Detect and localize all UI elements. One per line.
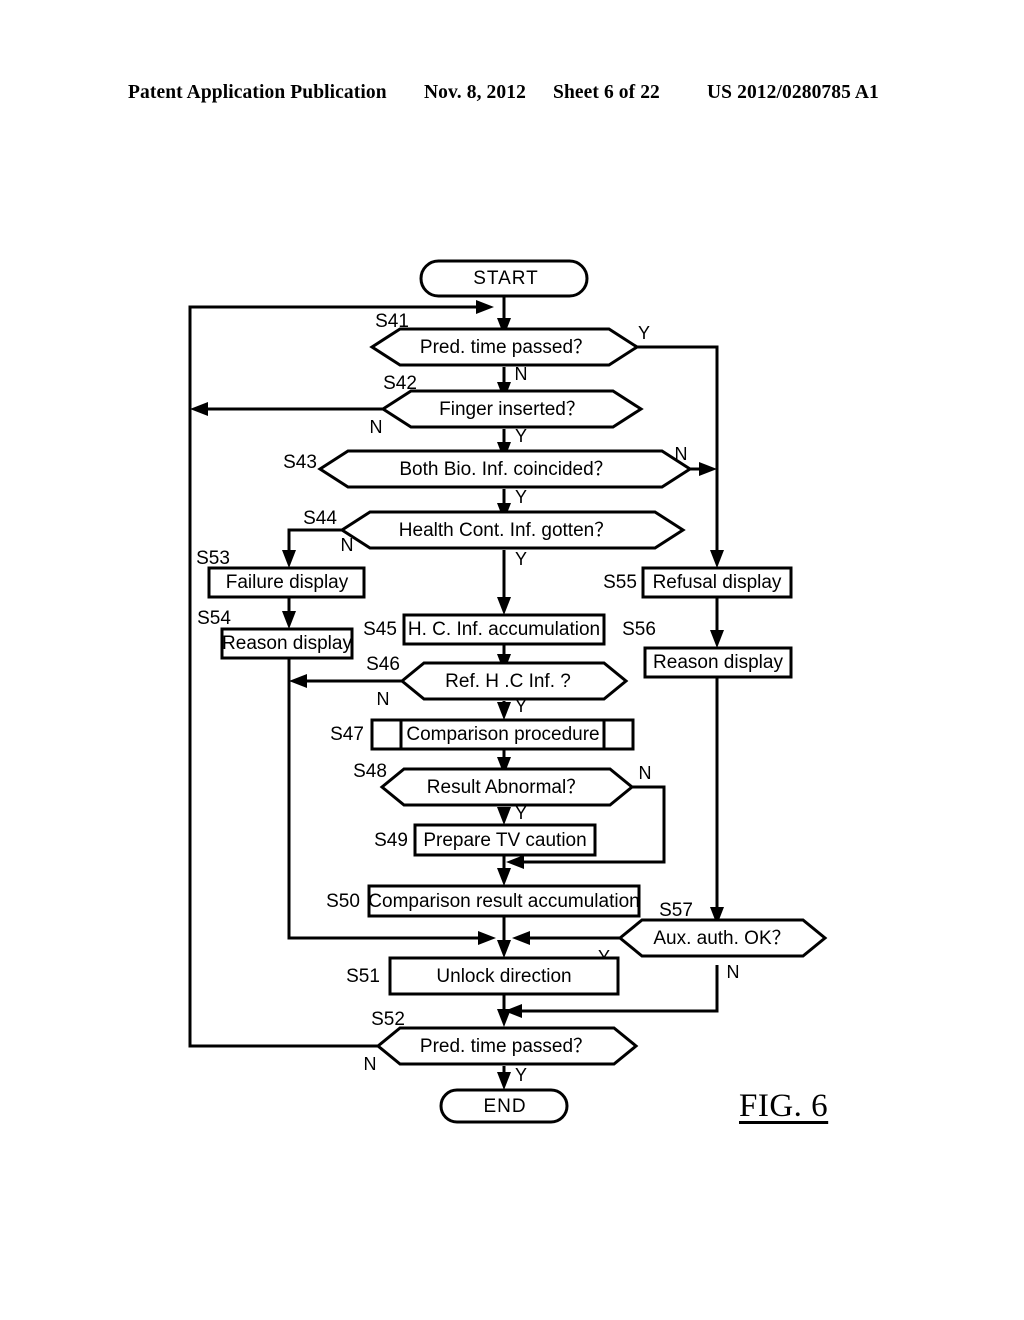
node-start: START xyxy=(419,259,589,298)
s52-label: Pred. time passed？ xyxy=(420,1036,592,1057)
arrowhead-s49-s50 xyxy=(497,868,511,886)
start-label: START xyxy=(473,268,539,289)
arrowhead-s55-s56 xyxy=(710,630,724,648)
s46-branch-n: N xyxy=(377,689,390,709)
s41-label: Pred. time passed？ xyxy=(420,337,592,358)
s46-label: Ref. H .C Inf. ? xyxy=(445,671,571,692)
node-s45: H. C. Inf. accumulation S45 xyxy=(363,613,606,646)
node-s50: Comparison result accumulation S50 xyxy=(326,884,641,918)
s43-label: Both Bio. Inf. coincided？ xyxy=(399,459,612,480)
arrowhead-s41-y xyxy=(710,550,724,568)
s49-step: S49 xyxy=(374,830,408,851)
node-s49: Prepare TV caution S49 xyxy=(374,823,597,857)
s46-step: S46 xyxy=(366,654,400,675)
s43-branch-y: Y xyxy=(515,487,527,507)
s55-label: Refusal display xyxy=(653,572,782,593)
s48-branch-n: N xyxy=(639,763,652,783)
node-s54: Reason display S54 xyxy=(197,608,354,660)
s54-step: S54 xyxy=(197,608,231,629)
s45-step: S45 xyxy=(363,619,397,640)
node-s43: Both Bio. Inf. coincided？ S43 xyxy=(283,449,693,489)
s53-step: S53 xyxy=(196,548,230,569)
node-s56: Reason display S56 xyxy=(622,619,793,679)
s45-label: H. C. Inf. accumulation xyxy=(408,619,600,640)
figure-label: FIG. 6 xyxy=(739,1088,829,1124)
s50-step: S50 xyxy=(326,891,360,912)
s46-branch-y: Y xyxy=(515,696,527,716)
node-s48: Result Abnormal？ S48 xyxy=(353,761,635,807)
s54-label: Reason display xyxy=(222,633,352,654)
s55-step: S55 xyxy=(603,572,637,593)
arrowhead-s44-y xyxy=(497,597,511,615)
flowchart: START Pred. time passed？ S41 Y N Finger … xyxy=(188,259,828,1124)
node-s51: Unlock direction S51 xyxy=(346,956,620,996)
patent-page: Patent Application Publication Nov. 8, 2… xyxy=(0,0,1024,1320)
arrowhead-s43-n xyxy=(699,462,717,476)
s57-branch-n: N xyxy=(727,962,740,982)
s57-step: S57 xyxy=(659,900,693,921)
arrowhead-s54-s51 xyxy=(478,931,496,945)
s41-branch-n: N xyxy=(515,364,528,384)
edge-s44-n xyxy=(287,528,342,560)
arrowhead-s51-s52 xyxy=(497,1009,511,1027)
s44-step: S44 xyxy=(303,508,337,529)
arrowhead-s53-s54 xyxy=(282,611,296,629)
node-s44: Health Cont. Inf. gotten？ S44 xyxy=(303,508,686,550)
node-s46: Ref. H .C Inf. ? S46 xyxy=(366,654,629,701)
arrowhead-s50-s51 xyxy=(497,940,511,958)
s56-step: S56 xyxy=(622,619,656,640)
s44-label: Health Cont. Inf. gotten？ xyxy=(399,520,613,541)
arrowhead-s48-n xyxy=(506,855,524,869)
arrowhead-s57-y xyxy=(512,931,530,945)
arrowhead-s42-n xyxy=(190,402,208,416)
s41-branch-y: Y xyxy=(638,323,650,343)
node-s55: Refusal display S55 xyxy=(603,566,793,599)
s56-label: Reason display xyxy=(653,652,783,673)
s41-step: S41 xyxy=(375,311,409,332)
s42-branch-n: N xyxy=(370,417,383,437)
s44-branch-y: Y xyxy=(515,549,527,569)
arrowhead-s52-loop xyxy=(476,300,494,314)
s48-label: Result Abnormal？ xyxy=(427,777,585,798)
node-s47: Comparison procedure S47 xyxy=(330,718,635,751)
node-end: END xyxy=(439,1088,569,1124)
end-label: END xyxy=(483,1096,526,1117)
arrowhead-s46-y xyxy=(497,702,511,720)
s53-label: Failure display xyxy=(226,572,349,593)
s43-branch-n: N xyxy=(675,444,688,464)
s43-step: S43 xyxy=(283,452,317,473)
s47-step: S47 xyxy=(330,724,364,745)
arrowhead-s52-y xyxy=(497,1072,511,1090)
arrowhead-s48-y xyxy=(497,807,511,825)
arrowhead-s46-n xyxy=(289,674,307,688)
s50-label: Comparison result accumulation xyxy=(368,891,639,912)
s52-branch-y: Y xyxy=(515,1065,527,1085)
s42-label: Finger inserted？ xyxy=(439,399,585,420)
s51-label: Unlock direction xyxy=(436,966,571,987)
s47-label: Comparison procedure xyxy=(406,724,599,745)
node-s53: Failure display S53 xyxy=(196,548,366,599)
s48-step: S48 xyxy=(353,761,387,782)
s57-label: Aux. auth. OK？ xyxy=(653,928,790,949)
arrowhead-s44-n xyxy=(282,550,296,568)
s51-step: S51 xyxy=(346,966,380,987)
s49-label: Prepare TV caution xyxy=(423,830,586,851)
s42-branch-y: Y xyxy=(515,426,527,446)
s48-branch-y: Y xyxy=(515,803,527,823)
s52-step: S52 xyxy=(371,1009,405,1030)
s52-branch-n: N xyxy=(364,1054,377,1074)
s42-step: S42 xyxy=(383,373,417,394)
s44-branch-n: N xyxy=(341,535,354,555)
node-s42: Finger inserted？ S42 xyxy=(380,373,644,429)
